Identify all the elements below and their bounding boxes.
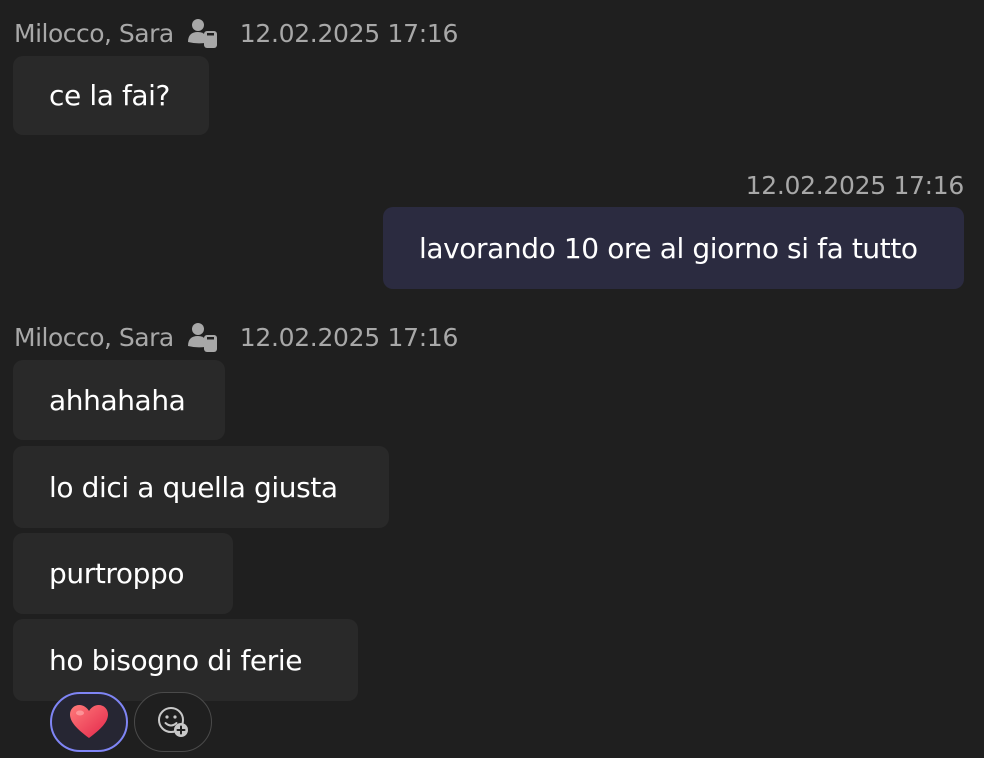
- message-bubble[interactable]: purtroppo: [13, 533, 233, 614]
- message-bubble[interactable]: lo dici a quella giusta: [13, 446, 389, 528]
- external-user-icon: [187, 323, 217, 352]
- message-bubble[interactable]: ahhahaha: [13, 360, 225, 440]
- message-header: Milocco, Sara 12.02.2025 17:16: [14, 320, 458, 354]
- message-header: Milocco, Sara 12.02.2025 17:16: [14, 16, 458, 50]
- sender-name[interactable]: Milocco, Sara: [14, 323, 174, 352]
- message-timestamp: 12.02.2025 17:16: [239, 18, 459, 48]
- sender-name[interactable]: Milocco, Sara: [14, 19, 174, 48]
- message-text: lo dici a quella giusta: [49, 470, 338, 504]
- message-text: ahhahaha: [49, 383, 186, 417]
- heart-icon: [70, 705, 108, 738]
- message-text: ho bisogno di ferie: [49, 643, 303, 677]
- message-text: purtroppo: [49, 557, 185, 590]
- own-message-bubble[interactable]: lavorando 10 ore al giorno si fa tutto: [383, 207, 964, 289]
- message-bubble[interactable]: ce la fai?: [13, 56, 209, 135]
- self-message-header: 12.02.2025 17:16: [745, 168, 965, 202]
- message-timestamp: 12.02.2025 17:16: [745, 170, 965, 200]
- add-reaction-icon: [158, 707, 188, 737]
- external-user-icon: [187, 19, 217, 48]
- message-bubble[interactable]: ho bisogno di ferie: [13, 619, 358, 701]
- message-text: ce la fai?: [49, 79, 171, 112]
- add-reaction-button[interactable]: [134, 692, 212, 752]
- message-text: lavorando 10 ore al giorno si fa tutto: [419, 231, 918, 265]
- heart-reaction-button[interactable]: [50, 692, 128, 752]
- message-timestamp: 12.02.2025 17:16: [239, 322, 459, 352]
